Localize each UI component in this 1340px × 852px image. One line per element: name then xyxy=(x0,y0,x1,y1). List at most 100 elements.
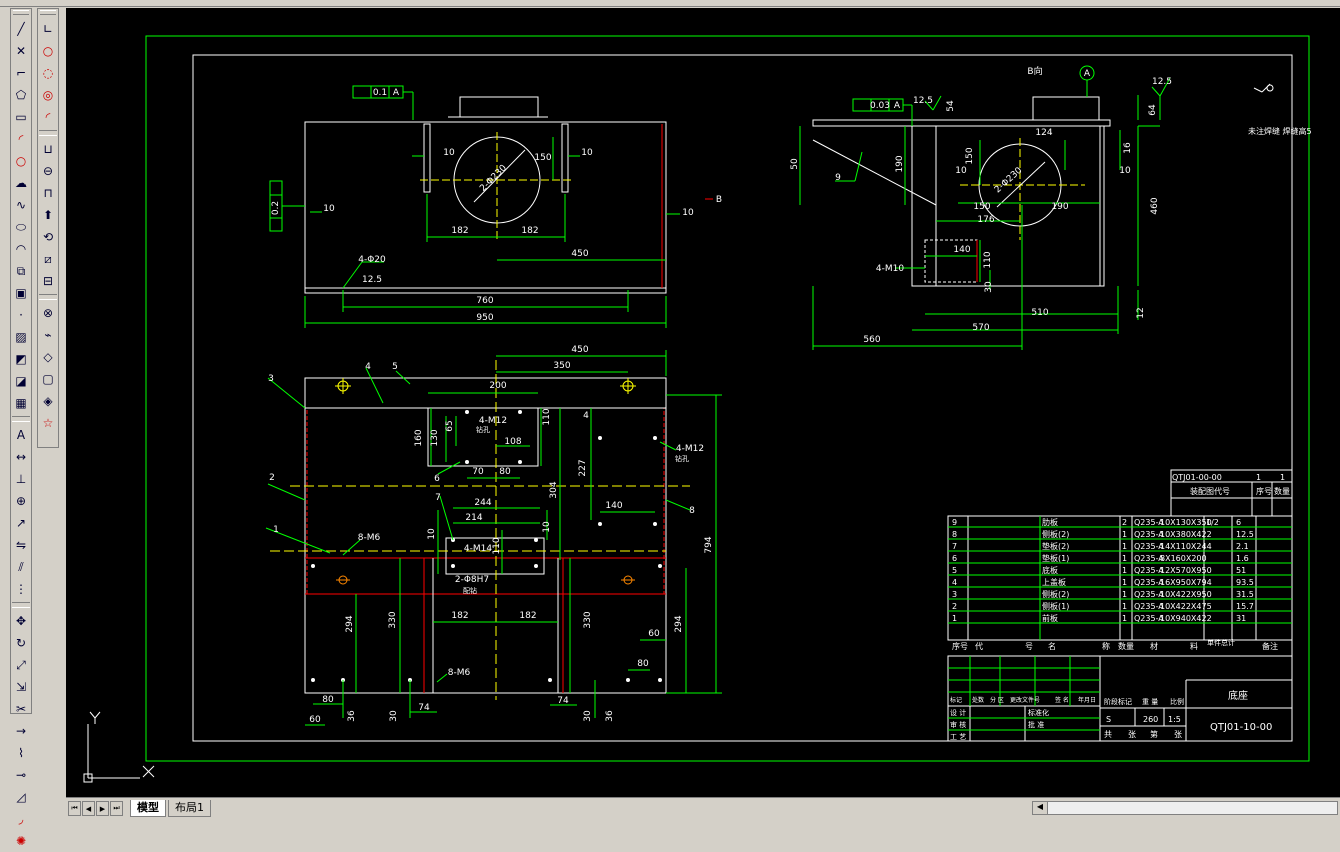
toolbar-separator xyxy=(12,602,30,608)
dimension-icon[interactable]: ↔ xyxy=(11,446,31,468)
bom-header-code-b: 号 xyxy=(1025,642,1033,651)
fillet-icon[interactable]: ◞ xyxy=(11,808,31,830)
bom-cell-spec: 10X380X422 xyxy=(1160,530,1212,539)
cad-drawing: 0.1 A 0.2 10 10 10 10 150 182 182 450 76… xyxy=(83,35,1312,783)
tab-layout1[interactable]: 布局1 xyxy=(168,800,211,817)
ucs-icon[interactable]: ∟ xyxy=(38,18,58,40)
toolbar-grip[interactable] xyxy=(13,10,29,15)
scroll-left-icon[interactable]: ◀ xyxy=(1033,802,1048,814)
tab-model[interactable]: 模型 xyxy=(130,800,166,817)
stage-value: S xyxy=(1106,715,1111,724)
stretch-icon[interactable]: ⇲ xyxy=(11,676,31,698)
leader-icon[interactable]: ↗ xyxy=(11,512,31,534)
line-icon[interactable]: ╱ xyxy=(11,18,31,40)
array-icon[interactable]: ⋮ xyxy=(11,578,31,600)
dim-560: 560 xyxy=(863,335,880,345)
datum-a: A xyxy=(1084,69,1091,79)
dim-124: 124 xyxy=(1035,128,1052,138)
plan-dim-36-a: 36 xyxy=(347,710,357,722)
extrude-icon[interactable]: ⬆ xyxy=(38,204,58,226)
bom-cell-name: 肋板 xyxy=(1042,517,1058,527)
bom-header-weight: 单件总计 xyxy=(1207,638,1235,647)
outer-frame xyxy=(145,35,1310,762)
revcloud-icon[interactable]: ☁ xyxy=(11,172,31,194)
intersect-icon[interactable]: ⊓ xyxy=(38,182,58,204)
drawing-canvas[interactable]: 0.1 A 0.2 10 10 10 10 150 182 182 450 76… xyxy=(66,8,1340,797)
dim-110: 110 xyxy=(983,251,993,268)
polygon-icon[interactable]: ⬠ xyxy=(11,84,31,106)
part-name: 底座 xyxy=(1228,689,1248,702)
explode-icon[interactable]: ✺ xyxy=(11,830,31,852)
section-icon[interactable]: ⊟ xyxy=(38,270,58,292)
toolbar-grip[interactable] xyxy=(40,10,56,15)
rough-a: 12.5 xyxy=(913,96,933,106)
make-block-icon[interactable]: ▣ xyxy=(11,282,31,304)
arc-icon[interactable]: ◜ xyxy=(38,106,58,128)
edge-icon[interactable]: ⌁ xyxy=(38,324,58,346)
plan-dim-80: 80 xyxy=(499,467,511,477)
join-icon[interactable]: ⊸ xyxy=(11,764,31,786)
spline-icon[interactable]: ∿ xyxy=(11,194,31,216)
interfere-icon[interactable]: ⊗ xyxy=(38,302,58,324)
slice-icon[interactable]: ⧄ xyxy=(38,248,58,270)
mtext-icon[interactable]: A xyxy=(11,424,31,446)
insert-block-icon[interactable]: ⧉ xyxy=(11,260,31,282)
next-tab-icon[interactable]: ▶ xyxy=(96,801,109,816)
rectangle-icon[interactable]: ▭ xyxy=(11,106,31,128)
bom-cell-spec: 16X950X794 xyxy=(1160,578,1212,587)
circle-3p-icon[interactable]: ◌ xyxy=(38,62,58,84)
top-header-1: 装配图代号 xyxy=(1190,486,1230,496)
subtract-icon[interactable]: ⊖ xyxy=(38,160,58,182)
rev-header-doc: 更改文件号 xyxy=(1010,696,1040,704)
thread-note-b: 钻孔 xyxy=(675,454,689,463)
tol-front-ref: A xyxy=(393,88,400,98)
mirror-icon[interactable]: ⇋ xyxy=(11,534,31,556)
imprint-icon[interactable]: ◈ xyxy=(38,390,58,412)
tol-front-value: 0.1 xyxy=(373,88,387,98)
revolve-icon[interactable]: ⟲ xyxy=(38,226,58,248)
construction-line-icon[interactable]: ✕ xyxy=(11,40,31,62)
ellipse-arc-icon[interactable]: ◠ xyxy=(11,238,31,260)
union-icon[interactable]: ⊔ xyxy=(38,138,58,160)
pin-label: 2-Φ8H7 xyxy=(455,575,489,585)
region-icon[interactable]: ◪ xyxy=(11,370,31,392)
dim-54: 54 xyxy=(946,100,956,112)
dim-182-a: 182 xyxy=(451,226,468,236)
star-icon[interactable]: ☆ xyxy=(38,412,58,434)
scale-icon[interactable]: ⤢ xyxy=(11,654,31,676)
move-icon[interactable]: ✥ xyxy=(11,610,31,632)
extend-icon[interactable]: → xyxy=(11,720,31,742)
gradient-icon[interactable]: ◩ xyxy=(11,348,31,370)
horizontal-scrollbar[interactable]: ◀ xyxy=(1032,801,1338,815)
bom-header-no: 序号 xyxy=(952,641,968,651)
ellipse-icon[interactable]: ⬭ xyxy=(11,216,31,238)
first-tab-icon[interactable]: ⏮ xyxy=(68,801,81,816)
polyline-icon[interactable]: ⌐ xyxy=(11,62,31,84)
face-icon[interactable]: ◇ xyxy=(38,346,58,368)
sign-standard: 标准化 xyxy=(1028,708,1049,717)
balloon-3: 3 xyxy=(268,374,274,384)
tolerance-icon[interactable]: ⊥ xyxy=(11,468,31,490)
sign-review: 审 核 xyxy=(950,720,966,729)
last-tab-icon[interactable]: ⏭ xyxy=(110,801,123,816)
arc-icon[interactable]: ◜ xyxy=(11,128,31,150)
balloon-4: 4 xyxy=(365,362,371,372)
offset-icon[interactable]: ⫽ xyxy=(11,556,31,578)
shell-icon[interactable]: ▢ xyxy=(38,368,58,390)
prev-tab-icon[interactable]: ◀ xyxy=(82,801,95,816)
rotate-icon[interactable]: ↻ xyxy=(11,632,31,654)
view-b-label: B向 xyxy=(1027,65,1042,77)
chamfer-icon[interactable]: ◿ xyxy=(11,786,31,808)
hatch-icon[interactable]: ▨ xyxy=(11,326,31,348)
center-mark-icon[interactable]: ⊕ xyxy=(11,490,31,512)
circle-ttr-icon[interactable]: ◎ xyxy=(38,84,58,106)
point-icon[interactable]: · xyxy=(11,304,31,326)
table-icon[interactable]: ▦ xyxy=(11,392,31,414)
bom-cell-total: 93.5 xyxy=(1236,578,1254,587)
circle-icon[interactable]: ○ xyxy=(11,150,31,172)
trim-icon[interactable]: ✂ xyxy=(11,698,31,720)
dim-10-a: 10 xyxy=(443,148,455,158)
break-icon[interactable]: ⌇ xyxy=(11,742,31,764)
dim-16: 16 xyxy=(1123,142,1133,154)
circle-icon[interactable]: ○ xyxy=(38,40,58,62)
